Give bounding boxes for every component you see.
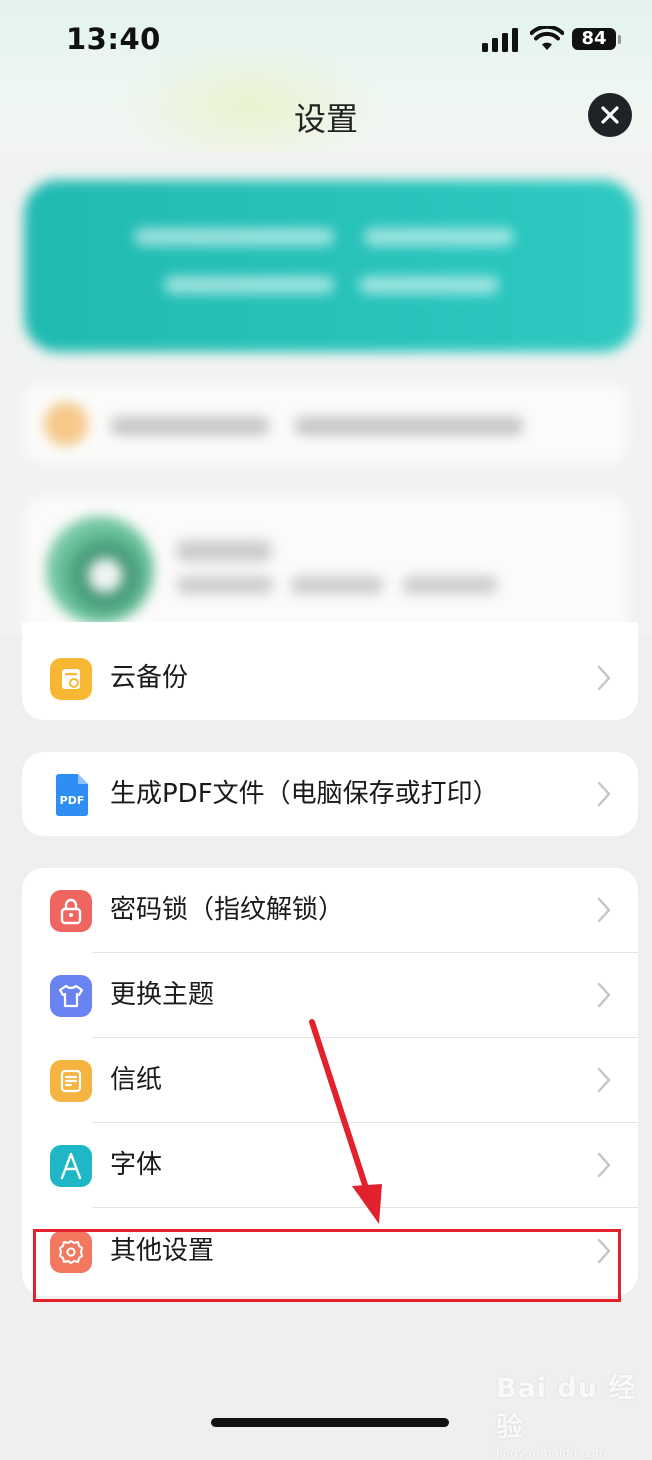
cellular-signal-icon — [482, 26, 520, 52]
battery-icon: 84 — [572, 28, 616, 50]
member-card — [24, 384, 628, 462]
wifi-icon — [530, 26, 564, 50]
generate-pdf-label: 生成PDF文件（电脑保存或打印） — [110, 779, 499, 809]
page-title: 设置 — [293, 100, 358, 138]
profile-card — [24, 496, 628, 636]
font-a-icon — [50, 1145, 92, 1187]
password-lock-label: 密码锁（指纹解锁） — [110, 895, 345, 925]
avatar — [46, 516, 154, 624]
promo-banner — [24, 180, 636, 352]
battery-tip — [618, 35, 621, 44]
annotation-arrow — [309, 1019, 382, 1224]
chevron-right-icon — [597, 982, 611, 1008]
row-password-lock[interactable]: 密码锁（指纹解锁） — [22, 868, 638, 953]
chevron-right-icon — [597, 897, 611, 923]
home-indicator[interactable] — [211, 1418, 449, 1427]
chevron-right-icon — [597, 1067, 611, 1093]
annotation-highlight-box — [33, 1229, 621, 1302]
letter-paper-label: 信纸 — [110, 1065, 163, 1095]
watermark-brand: Bai du 经验 — [496, 1373, 637, 1443]
chevron-right-icon — [597, 665, 611, 691]
header-bar: 13:40 84 设置 — [0, 0, 652, 170]
font-label: 字体 — [110, 1150, 163, 1180]
cloud-backup-label: 云备份 — [110, 663, 189, 693]
chevron-right-icon — [597, 781, 611, 807]
close-icon — [601, 106, 619, 124]
pdf-card: PDF 生成PDF文件（电脑保存或打印） — [22, 752, 638, 836]
watermark-url: jingyan.baidu.com — [496, 1446, 607, 1460]
cloud-backup-card: 云备份 — [22, 622, 638, 720]
row-generate-pdf[interactable]: PDF 生成PDF文件（电脑保存或打印） — [22, 752, 638, 837]
svg-text:PDF: PDF — [60, 794, 85, 807]
cloud-backup-icon — [50, 658, 92, 700]
chevron-right-icon — [597, 1152, 611, 1178]
baidu-watermark: Bai du 经验 jingyan.baidu.com — [496, 1366, 652, 1460]
lock-icon — [50, 890, 92, 932]
row-cloud-backup[interactable]: 云备份 — [22, 636, 638, 721]
change-theme-label: 更换主题 — [110, 980, 215, 1010]
pdf-file-icon: PDF — [50, 774, 92, 816]
blurred-content — [0, 152, 652, 636]
tshirt-icon — [50, 975, 92, 1017]
status-time: 13:40 — [66, 22, 161, 56]
note-paper-icon — [50, 1060, 92, 1102]
close-button[interactable] — [588, 93, 632, 137]
